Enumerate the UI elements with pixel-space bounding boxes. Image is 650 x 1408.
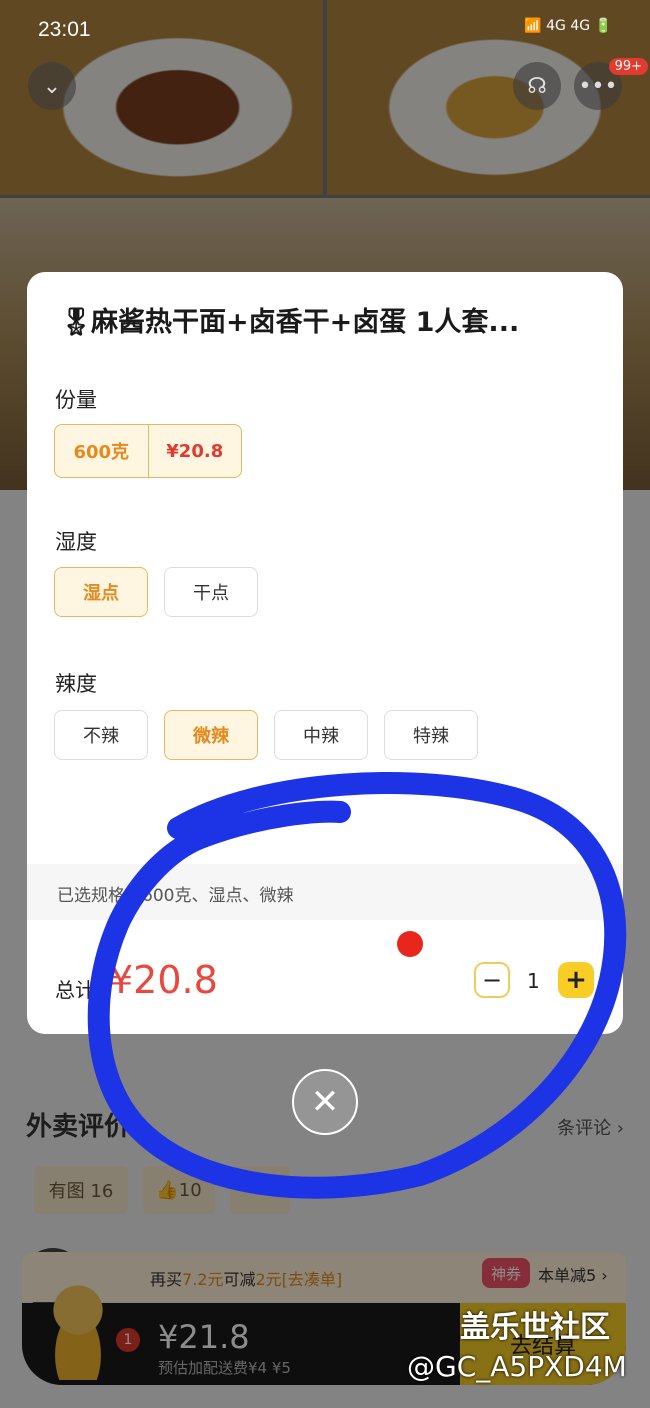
more-badge: 99+ [608,58,648,75]
headset-icon: ☊ [527,73,547,99]
status-time: 23:01 [38,18,91,41]
portion-option[interactable]: 600克 ¥20.8 [54,424,242,478]
collapse-button[interactable]: ⌄ [28,62,76,110]
portion-size: 600克 [55,425,149,477]
portion-label: 份量 [55,388,97,412]
option-not-spicy[interactable]: 不辣 [54,710,148,760]
close-icon: ✕ [310,1082,340,1122]
option-extra-spicy[interactable]: 特辣 [384,710,478,760]
option-medium-spicy[interactable]: 中辣 [274,710,368,760]
quantity-value: 1 [527,969,540,993]
status-bar: 23:01 📶 4G 4G 🔋 [0,0,650,64]
watermark-title: 盖乐世社区 [460,1310,610,1345]
watermark-handle: @GC_A5PXD4M [407,1350,627,1383]
dish-title: 🎖麻酱热干面+卤香干+卤蛋 1人套... [59,307,520,338]
option-mild-spicy[interactable]: 微辣 [164,710,258,760]
option-wet[interactable]: 湿点 [54,567,148,617]
more-icon: ••• [578,73,618,99]
medal-icon: 🎖 [59,307,94,338]
quantity-decrease-button[interactable]: − [474,962,510,998]
portion-price: ¥20.8 [166,440,224,462]
moisture-label: 湿度 [55,530,97,554]
close-modal-button[interactable]: ✕ [292,1069,358,1135]
spice-label: 辣度 [55,672,97,696]
chevron-down-icon: ⌄ [42,73,62,99]
spec-modal: 🎖麻酱热干面+卤香干+卤蛋 1人套... 份量 600克 ¥20.8 湿度 湿点… [27,272,623,1034]
total-price: ¥20.8 [109,958,218,1002]
option-dry[interactable]: 干点 [164,567,258,617]
total-label: 总计 [55,978,95,1002]
selected-spec-bar: 已选规格：600克、湿点、微辣 [27,864,623,920]
quantity-increase-button[interactable]: + [558,962,594,998]
signal-icon: 📶 4G 4G 🔋 [524,18,612,34]
customer-service-button[interactable]: ☊ [513,62,561,110]
